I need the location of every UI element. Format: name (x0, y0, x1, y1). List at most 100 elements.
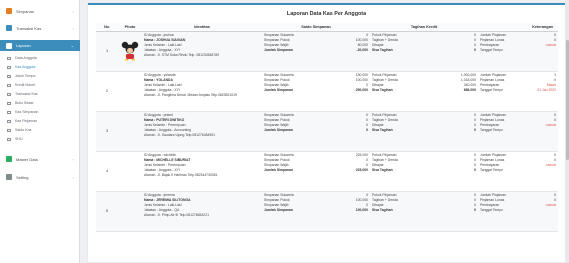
sidebar-sub-kas-simpanan[interactable]: Kas Simpanan (0, 108, 80, 116)
tagihan-kredit-cell: Pokok Pinjaman 0 Tagihan + Denda 0 Dibayar 0 S… (370, 111, 478, 152)
simpanan-label: Jumlah Simpanan (264, 208, 294, 212)
sidebar-item-label: Setting (16, 174, 29, 180)
photo-cell (118, 191, 142, 232)
kredit-value: 0 (474, 48, 476, 52)
payment-status: Lancar (545, 203, 556, 207)
saldo-simpanan-cell: Simpanan Sukarela 225,000 Simpanan Pokok 0 S… (262, 151, 370, 192)
sidebar-sub-label: Kas Simpanan (15, 110, 39, 114)
kredit-line: Sisa Tagihan 0 (372, 168, 476, 173)
member-address: Alamat : Jl. Pimp.Air III Telp.081276654… (144, 213, 209, 217)
sidebar-item-simpanan[interactable]: Simpanan ‹ (0, 6, 80, 16)
kredit-line: Sisa Tagihan 0 (372, 128, 476, 133)
database-icon (6, 156, 12, 162)
simpanan-line: Jumlah Simpanan -20,000 (264, 48, 368, 53)
sidebar-sub-saldo-kas[interactable]: Saldo Kas (0, 126, 80, 134)
simpanan-line: Jumlah Simpanan 225,000 (264, 168, 368, 173)
sidebar-sub-label: Jatuh Tempo (15, 74, 36, 78)
wallet-icon (6, 25, 12, 31)
sidebar-sub-label: Transaksi Kas (15, 92, 38, 96)
sidebar-sub-data-anggota[interactable]: Data Anggota (0, 54, 80, 62)
keterangan-line: Tanggal Tempo (480, 168, 556, 173)
report-table: No. Photo Identitas Saldo Simpanan Tagih… (96, 23, 558, 232)
keterangan-line: Tanggal Tempo (480, 48, 556, 53)
keterangan-label: Tanggal Tempo (480, 48, 503, 52)
sidebar-item-label: Simpanan (16, 8, 35, 14)
folder-icon (7, 56, 11, 60)
report-panel: Laporan Data Kas Per Anggota No. Photo I… (88, 3, 565, 262)
tagihan-kredit-cell: Pokok Pinjaman 1,000,000 Tagihan + Denda 1,… (370, 71, 478, 112)
photo-cell (118, 71, 142, 112)
sidebar-sub-buku-besar[interactable]: Buku Besar (0, 99, 80, 107)
user-icon (6, 8, 12, 14)
sidebar-sub-jatuh-tempo[interactable]: Jatuh Tempo (0, 72, 80, 80)
member-address: Alamat : Jl. Saudara Ujung Telp.08127648… (144, 133, 216, 137)
identitas-cell: ID Anggota : michelle Nama : MICHELLE SIB… (142, 151, 262, 192)
table-row: 2 ID Anggota : yolanda Nama : YOLANDA Jenis… (96, 71, 558, 112)
sidebar-sub-label: Kas Pinjaman (15, 119, 38, 123)
chevron-left-icon: ‹ (72, 8, 74, 14)
sidebar-item-label: Laporan (16, 43, 31, 48)
identitas-cell: ID Anggota : jeremia Nama : JEREMIA SILIT… (142, 191, 262, 232)
chevron-down-icon: ⌄ (70, 43, 74, 48)
simpanan-value: 100,000 (355, 208, 368, 212)
chevron-left-icon: ‹ (72, 174, 74, 180)
column-header-identitas: Identitas (142, 23, 262, 32)
folder-icon (7, 65, 11, 69)
payment-status: Lancar (545, 123, 556, 127)
keterangan-label: Tanggal Tempo (480, 208, 503, 212)
tagihan-kredit-cell: Pokok Pinjaman 0 Tagihan + Denda 0 Dibayar 0 S… (370, 191, 478, 232)
kredit-value: 0 (474, 208, 476, 212)
sidebar-sub-kas-pinjaman[interactable]: Kas Pinjaman (0, 117, 80, 125)
kredit-value: 686,000 (463, 88, 476, 92)
wrench-icon (6, 174, 12, 180)
simpanan-label: Jumlah Simpanan (264, 88, 294, 92)
sidebar-item-label: Transaksi Kas (16, 25, 42, 31)
sidebar: Simpanan ‹ Transaksi Kas ‹ Laporan ⌄ Dat… (0, 0, 80, 263)
sidebar-sub-transaksi-kas[interactable]: Transaksi Kas (0, 90, 80, 98)
sidebar-sub-label: Saldo Kas (15, 128, 32, 132)
identitas-cell: ID Anggota : joshua Nama : JOSHUA SIAGIAN… (142, 31, 262, 72)
simpanan-value: 250,000 (355, 88, 368, 92)
keterangan-line: Tanggal Tempo 01 Jan 2020 (480, 88, 556, 93)
sidebar-sub-kas-anggota[interactable]: Kas Anggota (0, 63, 80, 71)
page-scrollbar[interactable] (565, 0, 569, 263)
tagihan-kredit-cell: Pokok Pinjaman 0 Tagihan + Denda 0 Dibayar 0 S… (370, 151, 478, 192)
saldo-simpanan-cell: Simpanan Sukarela 0 Simpanan Pokok 0 Simpana… (262, 111, 370, 152)
sidebar-sub-shu[interactable]: SHU (0, 135, 80, 143)
kredit-value: 0 (474, 168, 476, 172)
simpanan-line: Jumlah Simpanan 0 (264, 128, 368, 133)
photo-cell (118, 31, 142, 72)
identitas-cell: ID Anggota : yolanda Nama : YOLANDA Jenis … (142, 71, 262, 112)
saldo-simpanan-cell: Simpanan Sukarela 0 Simpanan Pokok 100,000 S… (262, 191, 370, 232)
member-photo (121, 41, 139, 61)
keterangan-label: Tanggal Tempo (480, 88, 503, 92)
keterangan-cell: Jumlah Pinjaman 0 Pinjaman Lunas 0 Pembayara… (478, 191, 558, 232)
table-row: 1 ID Anggota : joshua Nama : JOSHUA SIAGIA… (96, 31, 558, 72)
sidebar-sub-label: Buku Besar (15, 101, 34, 105)
simpanan-label: Jumlah Simpanan (264, 48, 294, 52)
folder-icon (7, 119, 11, 123)
simpanan-line: Jumlah Simpanan 250,000 (264, 88, 368, 93)
simpanan-label: Jumlah Simpanan (264, 128, 294, 132)
sidebar-item-transaksi-kas[interactable]: Transaksi Kas ‹ (0, 23, 80, 33)
table-row: 4 ID Anggota : michelle Nama : MICHELLE SI… (96, 151, 558, 192)
folder-icon (7, 137, 11, 141)
simpanan-line: Jumlah Simpanan 100,000 (264, 208, 368, 213)
kredit-line: Sisa Tagihan 0 (372, 48, 476, 53)
saldo-simpanan-cell: Simpanan Sukarela 150,000 Simpanan Pokok 10… (262, 71, 370, 112)
keterangan-line: Tanggal Tempo (480, 128, 556, 133)
photo-cell (118, 111, 142, 152)
scrollbar-thumb[interactable] (565, 40, 569, 160)
sidebar-sub-kredit-macet[interactable]: Kredit Macet (0, 81, 80, 89)
simpanan-value: 225,000 (355, 168, 368, 172)
kredit-line: Sisa Tagihan 686,000 (372, 88, 476, 93)
sidebar-item-master-data[interactable]: Master Data ‹ (0, 154, 80, 164)
folder-icon (7, 74, 11, 78)
payment-status: Lancar (545, 163, 556, 167)
sidebar-item-setting[interactable]: Setting ‹ (0, 172, 80, 182)
kredit-value: 0 (474, 128, 476, 132)
row-number: 5 (96, 191, 118, 232)
sidebar-item-laporan[interactable]: Laporan ⌄ (0, 40, 80, 51)
folder-icon (7, 128, 11, 132)
row-number: 1 (96, 31, 118, 72)
